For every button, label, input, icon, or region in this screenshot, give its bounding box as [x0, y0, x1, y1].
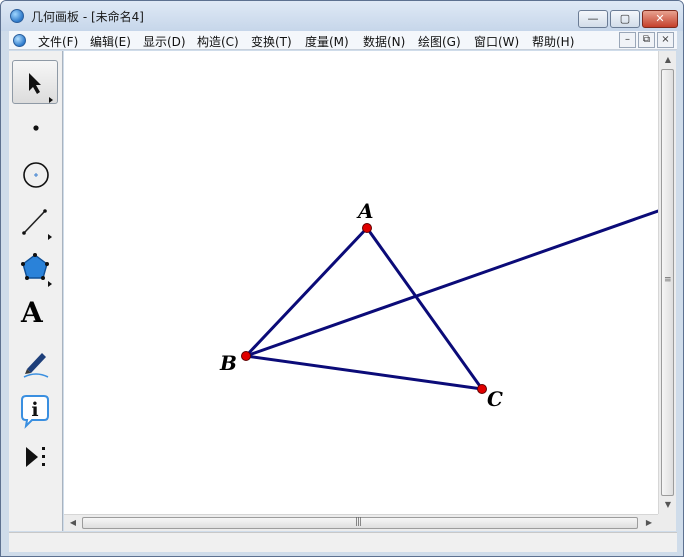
toolbox: A i — [9, 51, 63, 531]
marker-pen-icon — [23, 353, 49, 378]
point-tool[interactable] — [12, 107, 58, 151]
point-c[interactable] — [477, 384, 487, 394]
segment-icon — [22, 209, 52, 240]
label-a[interactable]: A — [358, 199, 374, 223]
menu-bar: 文件(F) 编辑(E) 显示(D) 构造(C) 变换(T) 度量(M) 数据(N… — [9, 31, 677, 50]
horizontal-scrollbar[interactable]: ◀ ||| ▶ — [64, 514, 658, 531]
vertical-grip-icon: ≡ — [664, 275, 671, 285]
menu-window[interactable]: 窗口(W) — [474, 33, 519, 50]
menu-file[interactable]: 文件(F) — [38, 33, 78, 50]
point-a[interactable] — [362, 223, 372, 233]
scroll-right-arrow-icon[interactable]: ▶ — [642, 518, 656, 527]
menu-number[interactable]: 数据(N) — [363, 33, 405, 50]
menu-measure[interactable]: 度量(M) — [305, 33, 349, 50]
pentagon-icon — [21, 253, 52, 287]
arrow-tool[interactable] — [12, 60, 58, 104]
menu-help[interactable]: 帮助(H) — [532, 33, 574, 50]
point-b[interactable] — [241, 351, 251, 361]
horizontal-grip-icon: ||| — [355, 517, 362, 527]
sketch-drawing — [241, 209, 658, 394]
label-c[interactable]: C — [487, 387, 503, 411]
custom-tool[interactable] — [12, 435, 58, 479]
doc-minimize-button[interactable]: – — [619, 32, 636, 48]
text-tool[interactable]: A — [12, 294, 58, 338]
menu-graph[interactable]: 绘图(G) — [418, 33, 461, 50]
scroll-corner — [658, 514, 676, 531]
arrow-select-icon — [29, 73, 53, 103]
menu-edit[interactable]: 编辑(E) — [90, 33, 131, 50]
menu-transform[interactable]: 变换(T) — [251, 33, 292, 50]
segment-bc[interactable] — [244, 354, 484, 391]
doc-close-button[interactable]: × — [657, 32, 674, 48]
label-b[interactable]: B — [220, 351, 237, 375]
horizontal-scroll-thumb[interactable]: ||| — [82, 517, 638, 529]
sketch-canvas[interactable]: A B C — [64, 51, 658, 514]
marker-tool[interactable] — [12, 341, 58, 385]
text-A-icon: A — [21, 296, 43, 329]
segment-ab[interactable] — [244, 226, 369, 358]
point-icon — [33, 125, 39, 131]
status-bar — [9, 532, 677, 552]
circle-icon — [23, 162, 49, 188]
doc-restore-button[interactable]: ⧉ — [638, 32, 655, 48]
compass-tool[interactable] — [12, 153, 58, 197]
scroll-up-arrow-icon[interactable]: ▲ — [661, 55, 675, 64]
svg-text:i: i — [31, 399, 38, 421]
polygon-tool[interactable] — [12, 247, 58, 291]
straightedge-tool[interactable] — [12, 200, 58, 244]
close-button[interactable]: ✕ — [642, 10, 678, 28]
app-window: 几何画板 - [未命名4] — ▢ ✕ 文件(F) 编辑(E) 显示(D) 构造… — [0, 0, 684, 557]
ray-from-b[interactable] — [244, 209, 658, 358]
scroll-left-arrow-icon[interactable]: ◀ — [66, 518, 80, 527]
window-title: 几何画板 - [未命名4] — [31, 10, 144, 24]
vertical-scroll-thumb[interactable]: ≡ — [661, 69, 674, 496]
minimize-button[interactable]: — — [578, 10, 608, 28]
info-icon: i — [21, 395, 49, 429]
title-bar[interactable]: 几何画板 - [未命名4] — ▢ ✕ — [1, 1, 683, 31]
vertical-scrollbar[interactable]: ▲ ≡ ▼ — [658, 51, 676, 514]
document-icon[interactable] — [13, 34, 26, 47]
geometer-sketchpad-icon — [10, 9, 24, 23]
menu-construct[interactable]: 构造(C) — [197, 33, 239, 50]
maximize-button[interactable]: ▢ — [610, 10, 640, 28]
scroll-down-arrow-icon[interactable]: ▼ — [661, 500, 675, 509]
custom-tools-icon — [26, 447, 45, 467]
information-tool[interactable]: i — [12, 388, 58, 432]
menu-display[interactable]: 显示(D) — [143, 33, 186, 50]
